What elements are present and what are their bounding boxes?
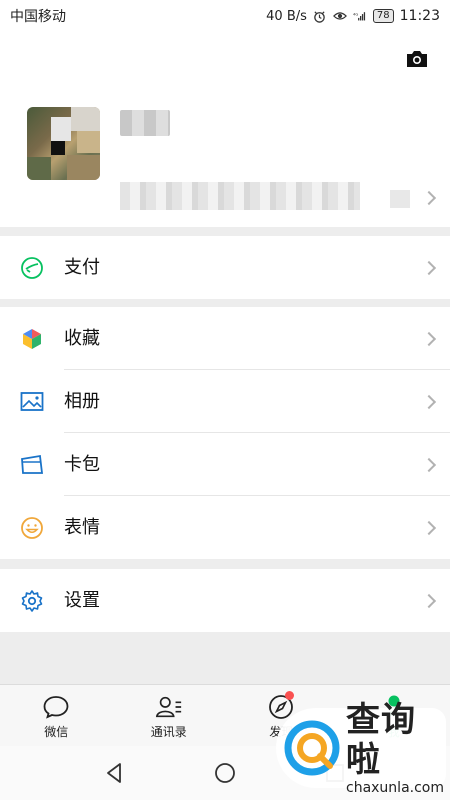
menu-item-pay[interactable]: 支付 [0, 236, 450, 299]
carrier-label: 中国移动 [10, 9, 66, 25]
wechat-id [120, 182, 360, 210]
menu-item-stickers[interactable]: 表情 [0, 496, 450, 559]
menu-item-settings[interactable]: 设置 [0, 569, 450, 632]
camera-icon[interactable] [404, 48, 430, 70]
menu-label-favorites: 收藏 [64, 328, 100, 349]
tab-label-chats: 微信 [44, 725, 69, 739]
battery-indicator: 78 [372, 9, 394, 23]
watermark-text: 查询啦 chaxunla.com [346, 700, 446, 796]
chevron-right-icon [421, 593, 437, 609]
chevron-right-icon [421, 394, 437, 410]
eye-icon [332, 9, 347, 23]
clock: 11:23 [399, 8, 440, 24]
menu-label-cards: 卡包 [64, 454, 100, 475]
chevron-right-icon [421, 260, 437, 276]
contacts-icon [155, 693, 183, 721]
chevron-right-icon [421, 190, 437, 206]
profile-header[interactable] [0, 32, 450, 227]
signal-icon: 4G [353, 9, 367, 23]
menu-item-cards[interactable]: 卡包 [0, 433, 450, 496]
menu-label-settings: 设置 [64, 590, 100, 611]
home-icon[interactable] [211, 759, 239, 787]
chat-bubble-icon [42, 693, 70, 721]
qr-code-icon[interactable] [390, 190, 410, 208]
menu-item-album[interactable]: 相册 [0, 370, 450, 433]
nickname [120, 110, 170, 136]
watermark-en: chaxunla.com [346, 780, 444, 796]
alarm-icon [313, 9, 327, 23]
image-icon [20, 390, 44, 414]
menu-label-pay: 支付 [64, 257, 100, 278]
chevron-right-icon [421, 520, 437, 536]
watermark-logo [284, 720, 340, 776]
svg-text:4G: 4G [353, 11, 358, 16]
gear-icon [20, 589, 44, 613]
menu-item-favorites[interactable]: 收藏 [0, 307, 450, 370]
back-icon[interactable] [101, 759, 129, 787]
menu-label-album: 相册 [64, 391, 100, 412]
tab-contacts[interactable]: 通讯录 [113, 685, 226, 746]
menu-label-stickers: 表情 [64, 517, 100, 538]
card-icon [20, 453, 44, 477]
unread-badge [285, 691, 294, 700]
watermark: 查询啦 chaxunla.com [276, 700, 446, 796]
chevron-right-icon [421, 331, 437, 347]
wallet-icon [20, 256, 44, 280]
menu-group-pay: 支付 [0, 236, 450, 299]
chevron-right-icon [421, 457, 437, 473]
menu-group-settings: 设置 [0, 569, 450, 632]
status-indicators: 40 B/s 4G 78 11:23 [266, 8, 440, 24]
avatar[interactable] [27, 107, 100, 180]
tab-chats[interactable]: 微信 [0, 685, 113, 746]
tab-label-contacts: 通讯录 [150, 725, 187, 739]
smile-icon [20, 516, 44, 540]
menu-group-main: 收藏 相册 卡包 表情 [0, 307, 450, 559]
network-speed: 40 B/s [266, 8, 307, 24]
watermark-cn: 查询啦 [346, 700, 416, 780]
cube-icon [20, 327, 44, 351]
status-bar: 中国移动 40 B/s 4G 78 11:23 [0, 0, 450, 32]
